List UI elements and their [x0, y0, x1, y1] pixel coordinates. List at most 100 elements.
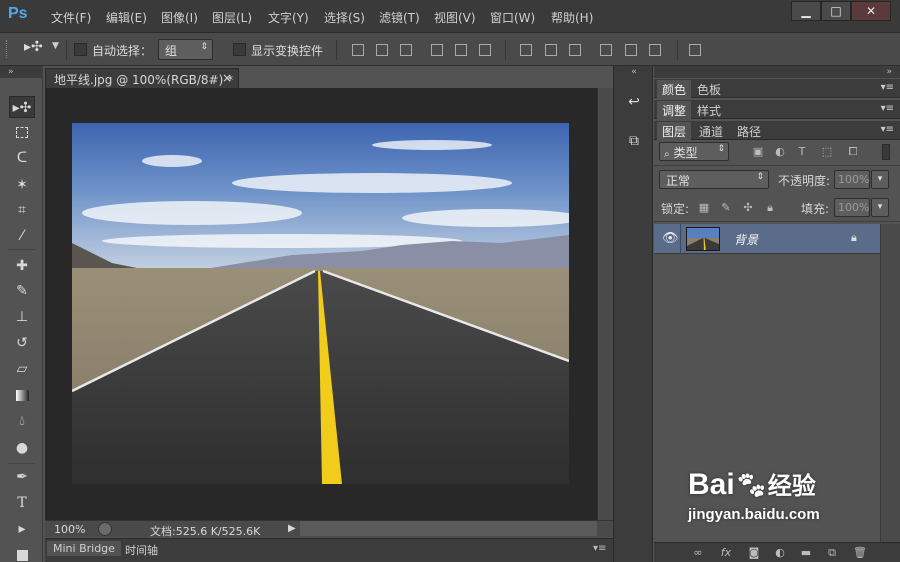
layers-scrollbar[interactable]	[880, 224, 900, 542]
path-selection-tool-icon[interactable]: ▸	[9, 518, 35, 540]
filter-smart-object-icon[interactable]: ⧠	[846, 145, 860, 159]
collapse-panels-icon[interactable]: »	[654, 66, 900, 78]
trash-icon[interactable]: 🗑︎	[852, 545, 868, 561]
tab-layers[interactable]: 图层	[657, 122, 692, 140]
tab-channels[interactable]: 通道	[694, 122, 728, 140]
menu-help[interactable]: 帮助(H)	[551, 9, 593, 26]
move-tool-icon[interactable]: ▸✣	[9, 96, 35, 118]
filter-toggle[interactable]	[882, 144, 890, 160]
vertical-scrollbar[interactable]	[597, 88, 613, 520]
healing-brush-tool-icon[interactable]: ✚	[9, 255, 35, 277]
distribute-right-icon[interactable]	[649, 44, 661, 56]
lock-position-icon[interactable]: ✣	[741, 201, 755, 215]
layer-name[interactable]: 背景	[734, 231, 758, 248]
filter-type-icon[interactable]: T	[795, 145, 809, 159]
history-icon[interactable]: ↩	[622, 91, 646, 113]
opacity-input[interactable]: 100%	[834, 170, 870, 189]
move-tool-preset-icon[interactable]: ▸✣	[24, 39, 43, 55]
horizontal-scrollbar[interactable]	[300, 521, 597, 536]
lasso-tool-icon[interactable]: ᑕ	[9, 147, 35, 169]
distribute-bottom-icon[interactable]	[569, 44, 581, 56]
dodge-tool-icon[interactable]: ●	[9, 437, 35, 459]
tab-mini-bridge[interactable]: Mini Bridge	[47, 541, 121, 556]
align-top-icon[interactable]	[352, 44, 364, 56]
eyedropper-tool-icon[interactable]: ⁄	[9, 225, 35, 247]
fill-chevron-icon[interactable]: ▾	[871, 198, 889, 217]
chevron-down-icon[interactable]: ▼	[52, 41, 59, 51]
fill-input[interactable]: 100%	[834, 198, 870, 217]
lock-transparent-icon[interactable]: ▦	[697, 201, 711, 215]
tab-color[interactable]: 颜色	[657, 80, 692, 98]
filter-shape-icon[interactable]: ⬚	[820, 145, 834, 159]
layer-filter-dropdown[interactable]: ⌕ 类型 ⇕	[659, 142, 729, 161]
close-button[interactable]: ✕	[851, 1, 891, 21]
clone-stamp-tool-icon[interactable]: ⊥	[9, 306, 35, 328]
menu-type[interactable]: 文字(Y)	[268, 9, 309, 26]
pen-tool-icon[interactable]: ✒	[9, 466, 35, 488]
document-tab[interactable]: 地平线.jpg @ 100%(RGB/8#) * ×	[45, 68, 239, 88]
filter-adjustment-icon[interactable]: ◐	[773, 145, 787, 159]
tab-paths[interactable]: 路径	[732, 122, 766, 140]
blur-tool-icon[interactable]: 💧︎	[9, 410, 35, 432]
lock-pixels-icon[interactable]: ✎	[719, 201, 733, 215]
brush-tool-icon[interactable]: ✎	[9, 280, 35, 302]
panel-menu-icon[interactable]: ▾≡	[881, 124, 894, 135]
tab-timeline[interactable]: 时间轴	[119, 541, 164, 559]
menu-filter[interactable]: 滤镜(T)	[379, 9, 420, 26]
blend-mode-dropdown[interactable]: 正常 ⇕	[659, 170, 769, 189]
panel-menu-icon[interactable]: ▾≡	[881, 82, 894, 93]
minimize-button[interactable]: ▁	[791, 1, 821, 21]
opacity-chevron-icon[interactable]: ▾	[871, 170, 889, 189]
menu-select[interactable]: 选择(S)	[324, 9, 365, 26]
history-brush-tool-icon[interactable]: ↺	[9, 332, 35, 354]
rectangle-tool-icon[interactable]	[9, 544, 35, 562]
menu-file[interactable]: 文件(F)	[51, 9, 91, 26]
new-group-icon[interactable]: ▬	[798, 545, 814, 561]
tab-swatches[interactable]: 色板	[692, 80, 726, 98]
expand-dock-icon[interactable]: «	[614, 66, 654, 78]
menu-view[interactable]: 视图(V)	[434, 9, 476, 26]
collapse-arrows-icon[interactable]: »	[0, 66, 43, 78]
tab-styles[interactable]: 样式	[692, 101, 726, 119]
eye-icon[interactable]: 👁︎	[662, 231, 679, 246]
align-left-icon[interactable]	[431, 44, 443, 56]
marquee-tool-icon[interactable]	[9, 121, 35, 143]
show-transform-checkbox[interactable]	[233, 43, 246, 56]
align-vcenter-icon[interactable]	[376, 44, 388, 56]
link-layers-icon[interactable]: ∞	[690, 545, 706, 561]
align-bottom-icon[interactable]	[400, 44, 412, 56]
lock-all-icon[interactable]: 🔒︎	[763, 201, 777, 215]
eraser-tool-icon[interactable]: ▱	[9, 358, 35, 380]
status-menu-arrow-icon[interactable]: ▶	[288, 523, 296, 534]
properties-icon[interactable]: ⧉	[622, 130, 646, 152]
crop-tool-icon[interactable]: ⌗	[9, 199, 35, 221]
tab-adjustments[interactable]: 调整	[657, 101, 692, 119]
canvas-image[interactable]	[72, 123, 569, 484]
menu-layer[interactable]: 图层(L)	[212, 9, 252, 26]
auto-align-icon[interactable]	[689, 44, 701, 56]
maximize-button[interactable]: □	[821, 1, 851, 21]
distribute-left-icon[interactable]	[600, 44, 612, 56]
gradient-tool-icon[interactable]	[9, 384, 35, 406]
panel-menu-icon[interactable]: ▾≡	[593, 543, 606, 554]
align-hcenter-icon[interactable]	[455, 44, 467, 56]
doc-info-icon[interactable]	[98, 522, 112, 536]
auto-select-checkbox[interactable]	[74, 43, 87, 56]
type-tool-icon[interactable]: T	[9, 492, 35, 514]
adjustment-layer-icon[interactable]: ◐	[772, 545, 788, 561]
filter-pixel-icon[interactable]: ▣	[751, 145, 765, 159]
close-tab-icon[interactable]: ×	[222, 71, 232, 85]
auto-select-dropdown[interactable]: 组 ⇕	[158, 39, 213, 60]
magic-wand-tool-icon[interactable]: ✶	[9, 174, 35, 196]
distribute-vcenter-icon[interactable]	[545, 44, 557, 56]
menu-window[interactable]: 窗口(W)	[490, 9, 535, 26]
distribute-top-icon[interactable]	[520, 44, 532, 56]
zoom-level[interactable]: 100%	[54, 523, 85, 536]
panel-menu-icon[interactable]: ▾≡	[881, 103, 894, 114]
menu-edit[interactable]: 编辑(E)	[106, 9, 147, 26]
layer-row[interactable]: 👁︎ 背景 🔒︎	[654, 224, 880, 254]
new-layer-icon[interactable]: ⧉	[824, 545, 840, 561]
layer-style-fx-icon[interactable]: fx	[718, 545, 734, 561]
distribute-hcenter-icon[interactable]	[625, 44, 637, 56]
align-right-icon[interactable]	[479, 44, 491, 56]
